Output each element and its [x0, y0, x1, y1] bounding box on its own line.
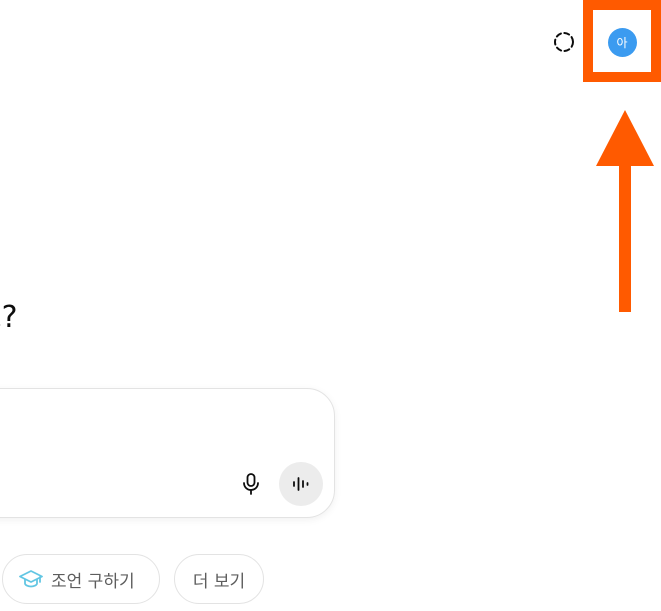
temporary-chat-button[interactable] — [549, 27, 579, 57]
chat-home-page: 아 요? — [0, 0, 661, 611]
prompt-composer — [0, 388, 335, 518]
page-headline: 요? — [0, 300, 18, 335]
annotation-arrow-up — [596, 110, 654, 312]
user-avatar-button[interactable]: 아 — [607, 28, 637, 57]
dictate-button[interactable] — [236, 469, 266, 499]
avatar-highlight-box: 아 — [583, 0, 661, 82]
dashed-circle-icon — [554, 32, 574, 52]
voice-mode-button[interactable] — [279, 462, 323, 506]
avatar-initial: 아 — [616, 36, 628, 50]
voice-waveform-icon — [293, 477, 309, 491]
suggestion-chip-advice[interactable]: 조언 구하기 — [2, 554, 160, 604]
microphone-icon — [243, 473, 259, 495]
suggestion-chip-label: 더 보기 — [192, 571, 246, 592]
suggestion-chip-label: 조언 구하기 — [51, 571, 135, 592]
suggestion-chip-more[interactable]: 더 보기 — [174, 554, 264, 604]
prompt-input[interactable] — [1, 403, 305, 445]
graduation-cap-icon — [19, 569, 43, 589]
